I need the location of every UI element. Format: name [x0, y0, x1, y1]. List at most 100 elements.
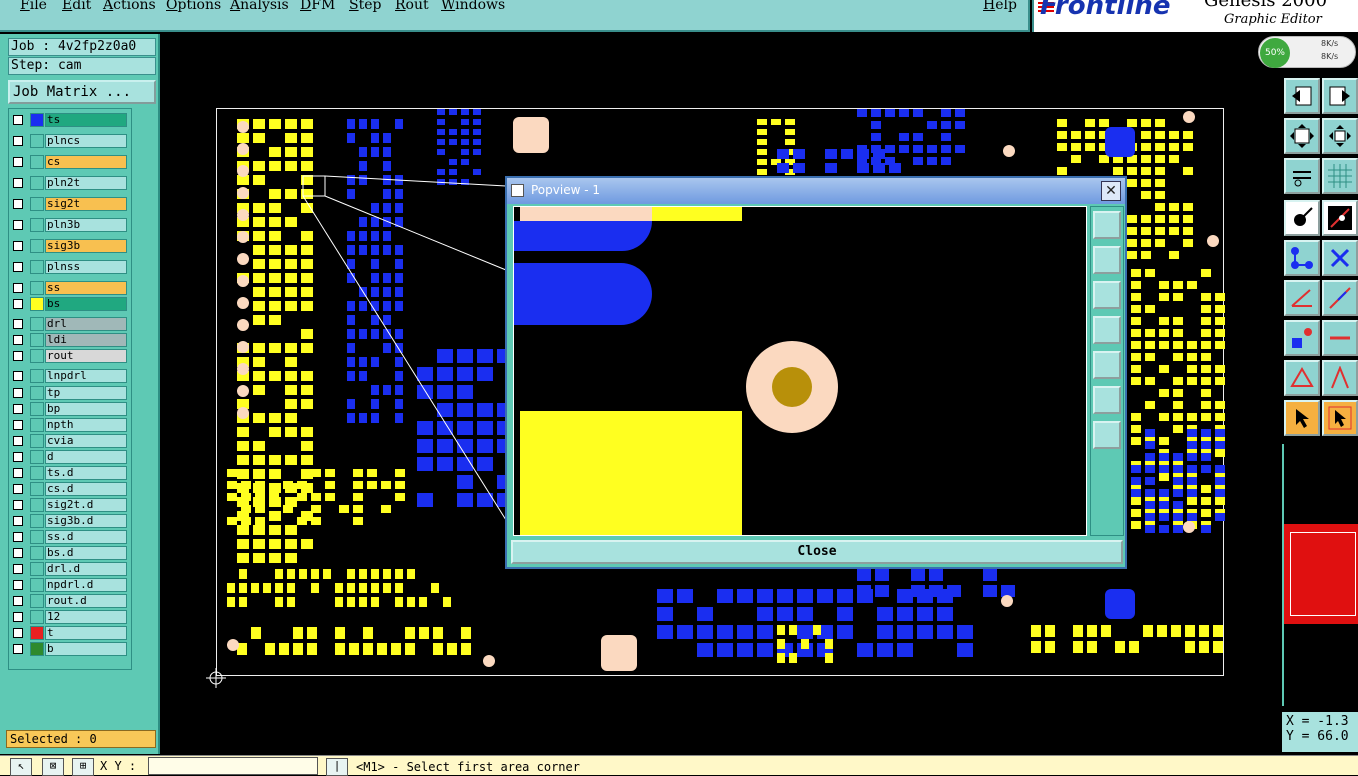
layer-name[interactable]: plnss — [45, 260, 127, 274]
layer-row-npth[interactable]: npth — [11, 418, 129, 432]
menu-windows[interactable]: Windows — [441, 0, 505, 13]
layer-name[interactable]: npth — [45, 418, 127, 432]
close-icon[interactable]: ✕ — [1101, 181, 1121, 201]
layer-checkbox[interactable] — [13, 564, 23, 574]
popview-titlebar[interactable]: Popview - 1 ✕ — [507, 178, 1125, 204]
layer-color-swatch[interactable] — [30, 578, 44, 592]
layer-checkbox[interactable] — [13, 484, 23, 494]
layer-checkbox[interactable] — [13, 351, 23, 361]
layer-name[interactable]: ss — [45, 281, 127, 295]
layer-name[interactable]: sig3b — [45, 239, 127, 253]
layer-checkbox[interactable] — [13, 241, 23, 251]
layer-color-swatch[interactable] — [30, 450, 44, 464]
popview-tool-zoom[interactable] — [1093, 211, 1121, 239]
popview-canvas[interactable] — [513, 206, 1087, 536]
layer-name[interactable]: sig3b.d — [45, 514, 127, 528]
layer-name[interactable]: ss.d — [45, 530, 127, 544]
pan-left-button[interactable] — [1284, 78, 1320, 114]
pad-button[interactable] — [1284, 320, 1320, 356]
layer-checkbox[interactable] — [13, 115, 23, 125]
vertex-button[interactable] — [1322, 360, 1358, 396]
layer-color-swatch[interactable] — [30, 113, 44, 127]
layer-row-plncs[interactable]: plncs — [11, 134, 129, 148]
layer-row-d[interactable]: d — [11, 450, 129, 464]
layer-name[interactable]: ts — [45, 113, 127, 127]
layer-color-swatch[interactable] — [30, 297, 44, 311]
layer-row-ts-d[interactable]: ts.d — [11, 466, 129, 480]
layer-name[interactable]: rout — [45, 349, 127, 363]
layer-row-rout[interactable]: rout — [11, 349, 129, 363]
net-button[interactable] — [1284, 240, 1320, 276]
layer-color-swatch[interactable] — [30, 333, 44, 347]
layer-name[interactable]: 12 — [45, 610, 127, 624]
layer-name[interactable]: pln2t — [45, 176, 127, 190]
layer-row-rout-d[interactable]: rout.d — [11, 594, 129, 608]
layer-color-swatch[interactable] — [30, 434, 44, 448]
layer-row-sig2t-d[interactable]: sig2t.d — [11, 498, 129, 512]
layer-row-sig2t[interactable]: sig2t — [11, 197, 129, 211]
tool-cursor-button[interactable]: | — [326, 758, 348, 776]
layer-checkbox[interactable] — [13, 283, 23, 293]
layer-row-12[interactable]: 12 — [11, 610, 129, 624]
popview-tool-right[interactable] — [1093, 351, 1121, 379]
layer-name[interactable]: plncs — [45, 134, 127, 148]
layer-row-bs-d[interactable]: bs.d — [11, 546, 129, 560]
layer-checkbox[interactable] — [13, 388, 23, 398]
layer-color-swatch[interactable] — [30, 546, 44, 560]
select-button[interactable] — [1284, 400, 1320, 436]
layer-checkbox[interactable] — [13, 299, 23, 309]
layer-color-swatch[interactable] — [30, 418, 44, 432]
layer-color-swatch[interactable] — [30, 176, 44, 190]
layer-name[interactable]: npdrl.d — [45, 578, 127, 592]
layer-checkbox[interactable] — [13, 220, 23, 230]
tool-measure-button[interactable]: ⊠ — [42, 758, 64, 776]
layer-color-swatch[interactable] — [30, 466, 44, 480]
layer-row-drl-d[interactable]: drl.d — [11, 562, 129, 576]
layer-name[interactable]: t — [45, 626, 127, 640]
layer-row-ss-d[interactable]: ss.d — [11, 530, 129, 544]
layer-name[interactable]: cs — [45, 155, 127, 169]
layer-row-ss[interactable]: ss — [11, 281, 129, 295]
layer-color-swatch[interactable] — [30, 482, 44, 496]
layer-row-cs-d[interactable]: cs.d — [11, 482, 129, 496]
popview-tool-up[interactable] — [1093, 246, 1121, 274]
layer-checkbox[interactable] — [13, 157, 23, 167]
hline-button[interactable] — [1322, 320, 1358, 356]
pan-right-button[interactable] — [1322, 78, 1358, 114]
layer-color-swatch[interactable] — [30, 239, 44, 253]
draw-line-button[interactable] — [1322, 200, 1358, 236]
layer-row-sig3b[interactable]: sig3b — [11, 239, 129, 253]
menu-step[interactable]: Step — [349, 0, 381, 13]
layer-color-swatch[interactable] — [30, 610, 44, 624]
layer-name[interactable]: d — [45, 450, 127, 464]
layer-row-bp[interactable]: bp — [11, 402, 129, 416]
layer-row-tp[interactable]: tp — [11, 386, 129, 400]
menu-help[interactable]: Help — [983, 0, 1017, 13]
select-area-button[interactable] — [1322, 400, 1358, 436]
popview-close-button[interactable]: Close — [511, 540, 1123, 564]
layer-checkbox[interactable] — [13, 136, 23, 146]
layer-color-swatch[interactable] — [30, 594, 44, 608]
layer-name[interactable]: rout.d — [45, 594, 127, 608]
menu-options[interactable]: Options — [166, 0, 221, 13]
layer-color-swatch[interactable] — [30, 514, 44, 528]
layer-checkbox[interactable] — [13, 404, 23, 414]
grid-button[interactable] — [1322, 158, 1358, 194]
job-matrix-button[interactable]: Job Matrix ... — [8, 80, 156, 104]
layer-name[interactable]: drl.d — [45, 562, 127, 576]
layer-checkbox[interactable] — [13, 532, 23, 542]
layer-name[interactable]: bp — [45, 402, 127, 416]
layer-name[interactable]: ldi — [45, 333, 127, 347]
popview-tool-down[interactable] — [1093, 281, 1121, 309]
delete-button[interactable] — [1322, 240, 1358, 276]
popview-tool-fit[interactable] — [1093, 386, 1121, 414]
layer-color-swatch[interactable] — [30, 197, 44, 211]
layer-checkbox[interactable] — [13, 596, 23, 606]
layer-name[interactable]: ts.d — [45, 466, 127, 480]
layer-color-swatch[interactable] — [30, 317, 44, 331]
layer-checkbox[interactable] — [13, 516, 23, 526]
measure-button[interactable] — [1284, 158, 1320, 194]
layer-row-npdrl-d[interactable]: npdrl.d — [11, 578, 129, 592]
layer-color-swatch[interactable] — [30, 369, 44, 383]
menu-dfm[interactable]: DFM — [300, 0, 335, 13]
